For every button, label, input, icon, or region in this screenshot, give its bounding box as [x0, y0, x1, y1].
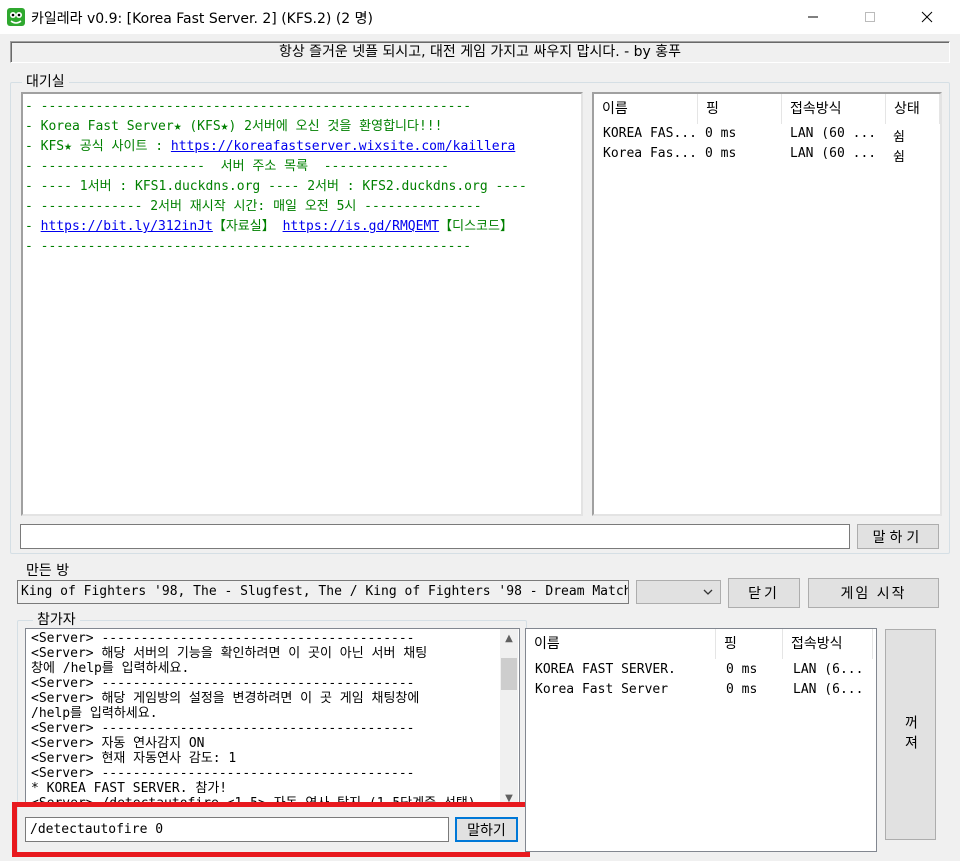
lobby-chat-line: - Korea Fast Server★ (KFS★) 2서버에 오신 것을 환… — [25, 119, 443, 134]
minimize-button[interactable] — [790, 0, 836, 34]
room-chat-scrollbar[interactable] — [500, 629, 518, 805]
maximize-button[interactable] — [847, 0, 893, 34]
room-chat-line: /help를 입력하세요. — [31, 706, 158, 721]
player-name[interactable]: Korea Fast Server — [535, 682, 668, 697]
user-list-header-name[interactable]: 이름 — [594, 94, 698, 124]
room-chat-line: <Server> 현재 자동연사 감도: 1 — [31, 751, 237, 766]
user-name[interactable]: Korea Fas... — [603, 146, 697, 161]
player-list-header-ping[interactable]: 핑 — [716, 629, 783, 659]
lobby-chat-log[interactable]: - --------------------------------------… — [21, 92, 583, 516]
lobby-user-list[interactable]: 이름 핑 접속방식 상태 KOREA FAS... 0 ms LAN (60 .… — [592, 92, 942, 516]
lobby-chat-line: - KFS★ 공식 사이트 : https://koreafastserver.… — [25, 139, 516, 154]
close-room-button[interactable]: 닫기 — [728, 578, 800, 608]
player-name[interactable]: KOREA FAST SERVER. — [535, 662, 676, 677]
player-ping: 0 ms — [726, 682, 758, 697]
user-connection: LAN (60 ... — [790, 146, 877, 161]
user-list-header-status[interactable]: 상태 — [886, 94, 940, 124]
user-connection: LAN (60 ... — [790, 126, 877, 141]
room-chat-line: <Server> -------------------------------… — [31, 676, 415, 691]
notice-marquee: 항상 즐거운 넷플 되시고, 대전 게임 가지고 싸우지 맙시다. - by 홍… — [10, 41, 950, 63]
close-button[interactable] — [904, 0, 950, 34]
user-status: 쉼 — [893, 130, 905, 145]
highlight-box — [12, 802, 530, 857]
room-chat-line: <Server> -------------------------------… — [31, 721, 415, 736]
scrollbar-thumb[interactable] — [501, 658, 517, 690]
maximize-icon — [865, 12, 875, 22]
room-chat-log[interactable]: <Server> -------------------------------… — [25, 628, 520, 806]
lobby-send-button[interactable]: 말하기 — [857, 524, 939, 549]
user-ping: 0 ms — [705, 146, 737, 161]
user-list-header-connection[interactable]: 접속방식 — [782, 94, 886, 124]
players-group-label: 참가자 — [33, 609, 80, 629]
kick-button[interactable]: 꺼져 — [885, 629, 936, 840]
user-name[interactable]: KOREA FAS... — [603, 126, 697, 141]
player-list-header-name[interactable]: 이름 — [526, 629, 716, 659]
window-title: 카일레라 v0.9: [Korea Fast Server. 2] (KFS.2… — [31, 11, 373, 27]
lobby-chat-line: - --------------------- 서버 주소 목록 -------… — [25, 159, 449, 174]
chevron-down-icon — [700, 584, 716, 600]
lobby-chat-line: - ---- 1서버 : KFS1.duckdns.org ---- 2서버 :… — [25, 179, 527, 194]
lobby-chat-line: - --------------------------------------… — [25, 239, 472, 254]
room-chat-line: 창에 /help를 입력하세요. — [31, 661, 190, 676]
close-icon — [921, 11, 933, 23]
player-ping: 0 ms — [726, 662, 758, 677]
room-chat-line: <Server> 자동 연사감지 ON — [31, 736, 205, 751]
room-chat-line: <Server> 해당 게임방의 설정을 변경하려면 이 곳 게임 채팅창에 — [31, 691, 420, 706]
room-player-list[interactable]: 이름 핑 접속방식 KOREA FAST SERVER. 0 ms LAN (6… — [525, 628, 877, 852]
start-game-button[interactable]: 게임 시작 — [808, 578, 939, 608]
chat-link[interactable]: https://is.gd/RMQEMT — [283, 219, 440, 234]
user-status: 쉼 — [893, 150, 905, 165]
lobby-chat-input[interactable] — [20, 524, 850, 549]
lobby-group-label: 대기실 — [22, 71, 69, 91]
user-list-header-ping[interactable]: 핑 — [698, 94, 782, 124]
room-section-label: 만든 방 — [22, 560, 74, 580]
room-chat-line: <Server> 해당 서버의 기능을 확인하려면 이 곳이 아닌 서버 채팅 — [31, 646, 428, 661]
chat-link[interactable]: https://koreafastserver.wixsite.com/kail… — [171, 139, 515, 154]
room-chat-line: <Server> -------------------------------… — [31, 631, 415, 646]
scroll-up-icon[interactable]: ▲ — [500, 630, 518, 646]
kaillera-app-icon — [6, 7, 26, 27]
room-chat-line: <Server> -------------------------------… — [31, 766, 415, 781]
lobby-chat-line: - ------------- 2서버 재시작 시간: 매일 오전 5시 ---… — [25, 199, 482, 214]
lobby-chat-line: - https://bit.ly/312inJt【자료실】 https://is… — [25, 219, 513, 234]
user-ping: 0 ms — [705, 126, 737, 141]
player-connection: LAN (6... — [793, 682, 864, 697]
chat-link[interactable]: https://bit.ly/312inJt — [41, 219, 213, 234]
room-game-title: King of Fighters '98, The - Slugfest, Th… — [17, 580, 629, 604]
lobby-chat-line: - --------------------------------------… — [25, 99, 472, 114]
player-list-header-connection[interactable]: 접속방식 — [783, 629, 873, 659]
minimize-icon — [808, 16, 818, 18]
player-connection: LAN (6... — [793, 662, 864, 677]
room-chat-line: * KOREA FAST SERVER. 참가! — [31, 781, 228, 796]
